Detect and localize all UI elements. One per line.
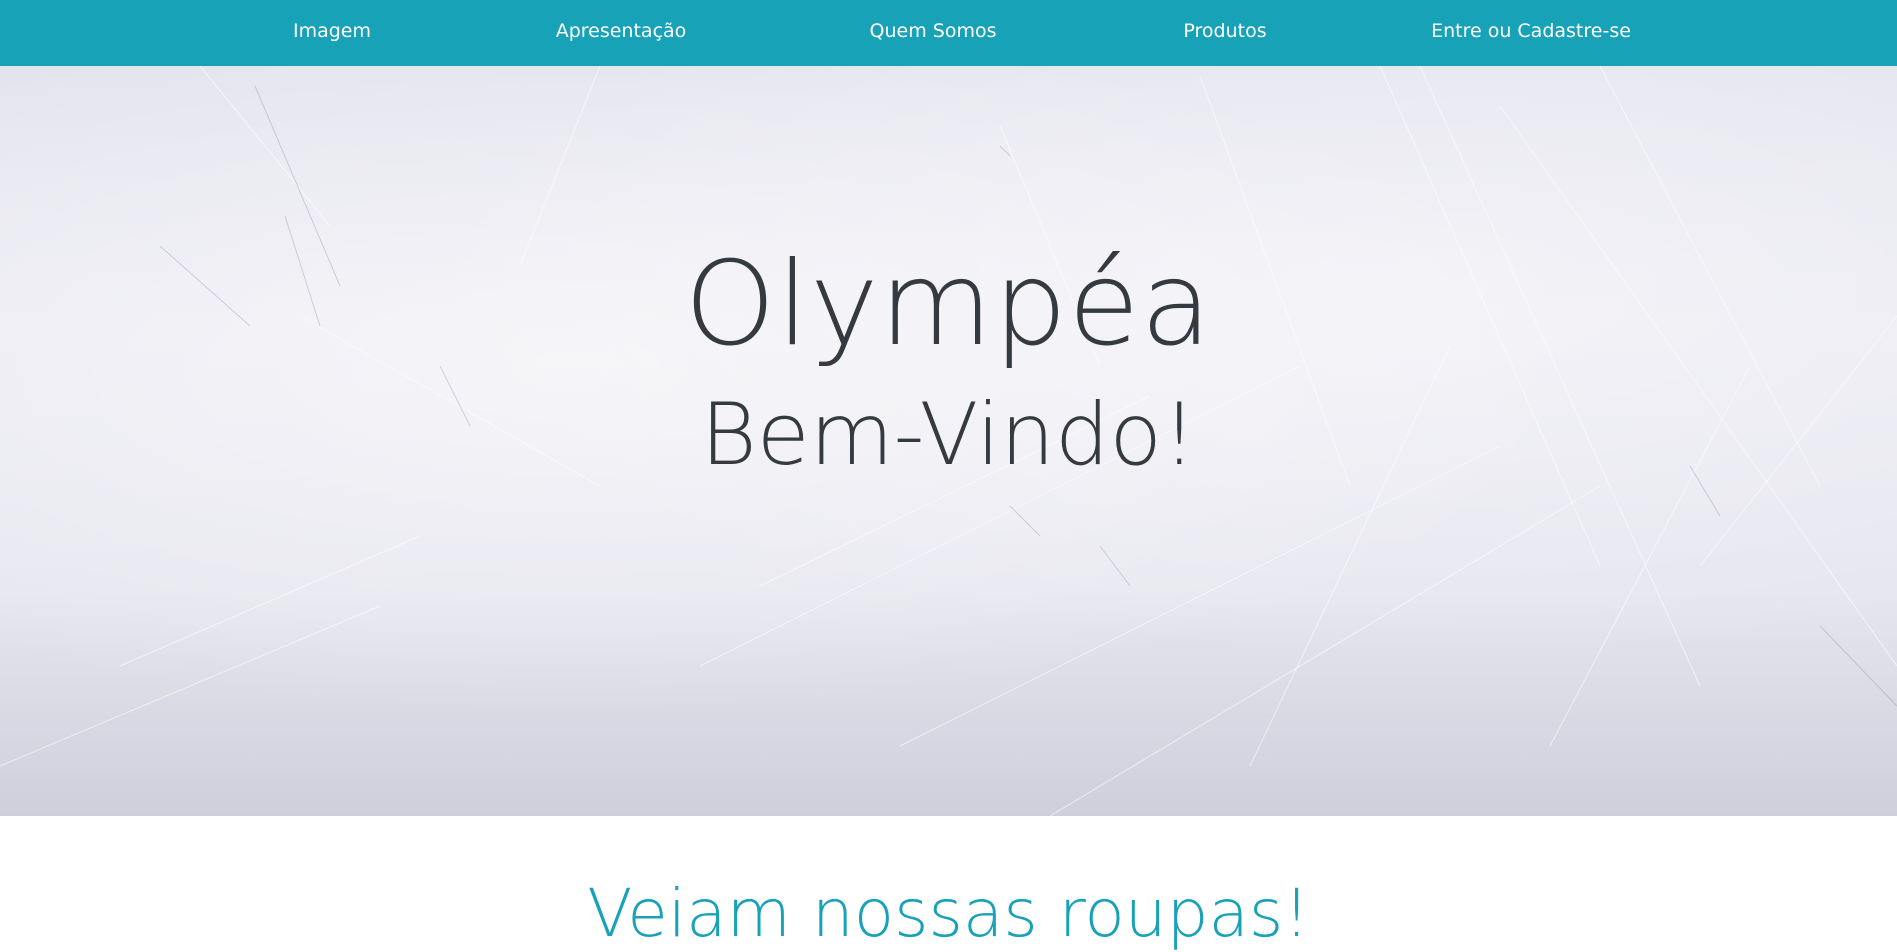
nav-link-entre-ou-cadastre-se[interactable]: Entre ou Cadastre-se xyxy=(1431,0,1631,62)
nav-link-imagem[interactable]: Imagem xyxy=(293,0,371,62)
nav-link-produtos[interactable]: Produtos xyxy=(1183,0,1266,62)
top-navbar: Imagem Apresentação Quem Somos Produtos … xyxy=(0,0,1897,66)
nav-link-apresentacao[interactable]: Apresentação xyxy=(556,0,687,62)
hero-title: Olympéa xyxy=(684,237,1213,372)
hero-subtitle: Bem-Vindo! xyxy=(700,385,1197,485)
hero-banner: Olympéa Bem-Vindo! xyxy=(0,66,1897,816)
nav-link-quem-somos[interactable]: Quem Somos xyxy=(870,0,997,62)
section-heading: Veiam nossas roupas! xyxy=(587,875,1310,952)
